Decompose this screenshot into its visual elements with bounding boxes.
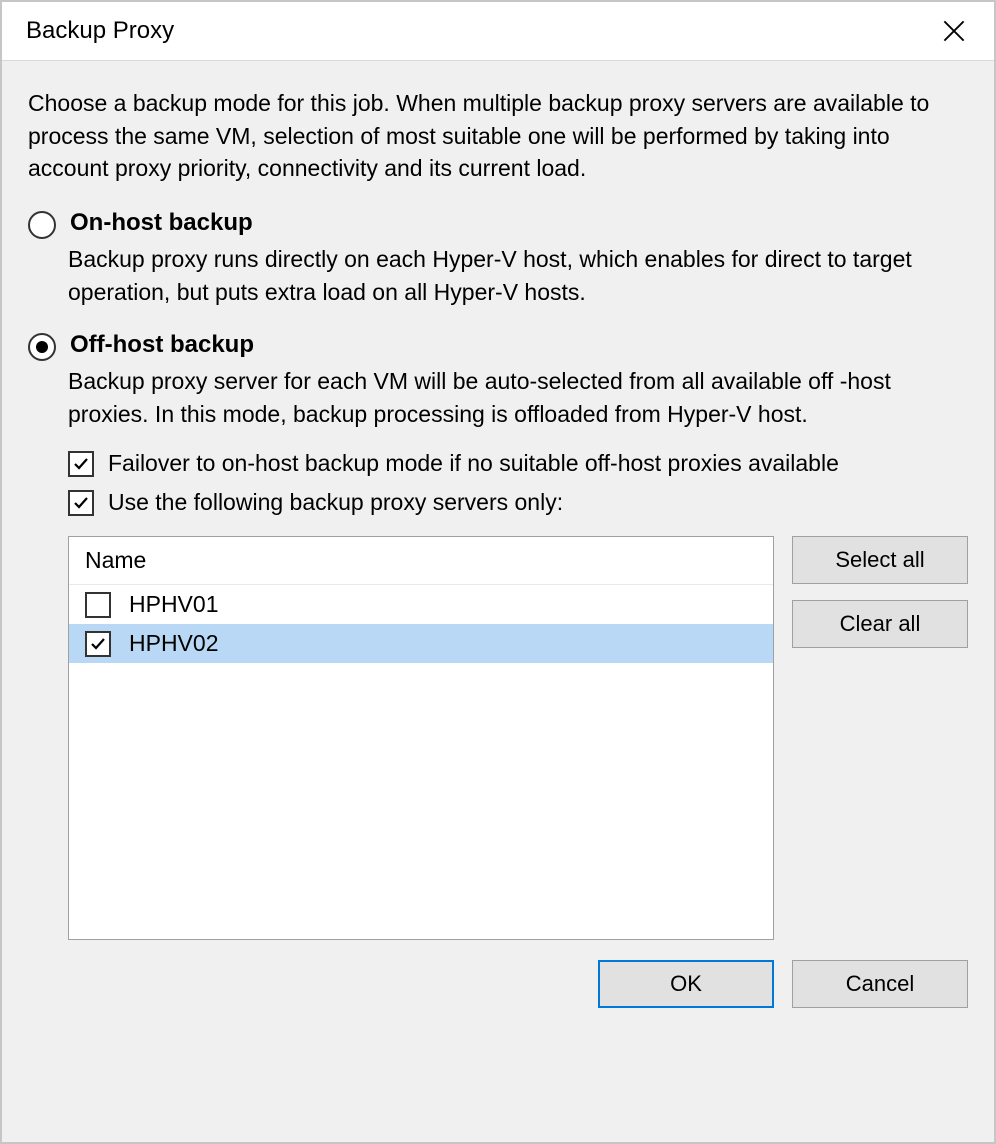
use-only-checkbox[interactable] (68, 490, 94, 516)
failover-label: Failover to on-host backup mode if no su… (108, 450, 839, 477)
check-icon (73, 495, 89, 511)
proxy-name: HPHV01 (129, 591, 218, 618)
failover-checkbox[interactable] (68, 451, 94, 477)
dialog-footer: OK Cancel (28, 940, 968, 1008)
close-button[interactable] (934, 11, 974, 51)
check-icon (73, 456, 89, 472)
proxy-column-header[interactable]: Name (69, 537, 773, 585)
onhost-option[interactable]: On-host backup (28, 207, 968, 239)
onhost-description: Backup proxy runs directly on each Hyper… (68, 243, 968, 308)
check-icon (90, 636, 106, 652)
offhost-description: Backup proxy server for each VM will be … (68, 365, 968, 430)
backup-proxy-dialog: Backup Proxy Choose a backup mode for th… (0, 0, 996, 1144)
onhost-radio[interactable] (28, 211, 56, 239)
offhost-radio[interactable] (28, 333, 56, 361)
proxy-checkbox[interactable] (85, 592, 111, 618)
backup-mode-group: On-host backup Backup proxy runs directl… (28, 207, 968, 940)
dialog-content: Choose a backup mode for this job. When … (2, 61, 994, 1142)
clear-all-button[interactable]: Clear all (792, 600, 968, 648)
proxy-buttons: Select all Clear all (792, 536, 968, 940)
proxy-checkbox[interactable] (85, 631, 111, 657)
ok-button[interactable]: OK (598, 960, 774, 1008)
onhost-label: On-host backup (70, 207, 253, 239)
proxy-row[interactable]: HPHV01 (69, 585, 773, 624)
offhost-option[interactable]: Off-host backup (28, 329, 968, 361)
proxy-list: Name HPHV01 (68, 536, 774, 940)
proxy-row[interactable]: HPHV02 (69, 624, 773, 663)
use-only-label: Use the following backup proxy servers o… (108, 489, 563, 516)
proxy-items: HPHV01 HPHV02 (69, 585, 773, 939)
proxy-name: HPHV02 (129, 630, 218, 657)
cancel-button[interactable]: Cancel (792, 960, 968, 1008)
titlebar: Backup Proxy (2, 2, 994, 61)
select-all-button[interactable]: Select all (792, 536, 968, 584)
offhost-label: Off-host backup (70, 329, 254, 361)
dialog-description: Choose a backup mode for this job. When … (28, 87, 968, 185)
failover-option[interactable]: Failover to on-host backup mode if no su… (68, 450, 968, 477)
dialog-title: Backup Proxy (26, 17, 934, 45)
proxy-section: Name HPHV01 (68, 536, 968, 940)
close-icon (943, 20, 965, 42)
use-only-option[interactable]: Use the following backup proxy servers o… (68, 489, 968, 516)
